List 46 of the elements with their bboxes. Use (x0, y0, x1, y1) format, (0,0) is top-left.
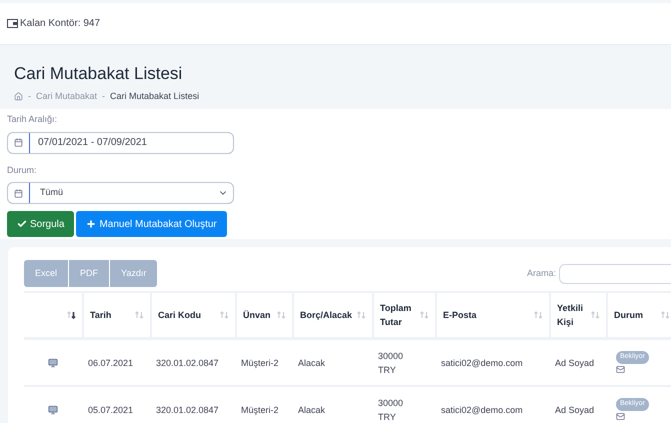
column-header[interactable]: E-Posta (435, 293, 549, 340)
monitor-icon[interactable] (48, 404, 58, 414)
table-cell-text: Ad Soyad (554, 404, 596, 417)
page-title: Cari Mutabakat Listesi (14, 63, 184, 85)
column-header[interactable]: Yetkili Kişi (549, 293, 606, 340)
date-range-field[interactable]: 07/01/2021 - 07/09/2021 (7, 132, 234, 154)
column-header[interactable]: Tarih (82, 293, 150, 340)
credit-text: Kalan Kontör: 947 (20, 17, 100, 31)
table-cell-text: 320.01.02.0847 (155, 404, 220, 416)
sort-icon[interactable] (67, 311, 76, 319)
table-cell-text: Ad Soyad (554, 356, 596, 370)
breadcrumb-separator: - (28, 90, 31, 102)
table-cell-text: 05.07.2021 (87, 404, 134, 416)
plus-icon (86, 219, 96, 229)
column-header[interactable]: Cari Kodu (150, 293, 235, 340)
field-label: Durum: (7, 164, 38, 176)
calendar-icon (14, 138, 23, 147)
table-cell-text: satici02@demo.com (440, 356, 524, 370)
table-cell-text: satici02@demo.com (440, 404, 524, 416)
calendar-icon (14, 188, 23, 198)
table-cell-text: Alacak (297, 404, 326, 416)
query-button[interactable]: Sorgula (7, 211, 74, 237)
column-header[interactable]: Durum (606, 293, 671, 340)
column-header[interactable]: Ünvan (235, 293, 292, 340)
search-label: Arama: (526, 266, 556, 280)
table-cell-text: Müşteri-2 (240, 356, 280, 370)
field-label: Tarih Aralığı: (7, 113, 58, 126)
search-field[interactable] (559, 264, 671, 284)
table-cell-text: 320.01.02.0847 (155, 356, 220, 370)
check-icon (17, 219, 27, 229)
column-header[interactable]: Toplam Tutar (372, 293, 435, 340)
table-cell-text: 06.07.2021 (87, 356, 134, 370)
column-header[interactable]: Borç/Alacak (292, 293, 372, 340)
breadcrumb-separator: - (102, 90, 106, 102)
table-cell-text: 30000 TRY (377, 350, 404, 376)
create-button[interactable]: Manuel Mutabakat Oluştur (76, 211, 227, 237)
home-icon[interactable] (14, 92, 23, 101)
wallet-icon (7, 19, 18, 28)
monitor-icon[interactable] (48, 358, 58, 368)
table-cell-text: Müşteri-2 (240, 404, 280, 417)
status-select[interactable]: Tümü (7, 182, 234, 204)
mail-icon[interactable] (616, 412, 625, 421)
mail-icon[interactable] (616, 364, 625, 374)
breadcrumb-item: Cari Mutabakat Listesi (110, 90, 200, 102)
table-cell-text: 30000 TRY (377, 396, 404, 423)
table-cell-text: Alacak (297, 356, 326, 370)
